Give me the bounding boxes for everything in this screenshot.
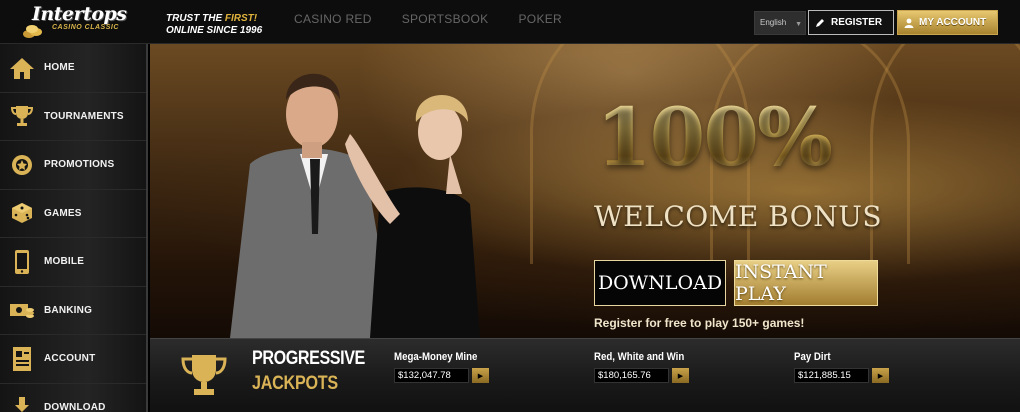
sidebar-item-label: DOWNLOAD <box>44 401 106 412</box>
couple-photo <box>230 73 480 338</box>
tagline-highlight: FIRST! <box>224 13 258 24</box>
sidebar-item-download[interactable]: DOWNLOAD <box>0 383 146 412</box>
my-account-button[interactable]: MY ACCOUNT <box>897 10 998 35</box>
background-arch <box>870 44 1020 264</box>
caret-down-icon: ▼ <box>795 21 802 28</box>
sidebar-item-games[interactable]: GAMES <box>0 189 146 238</box>
my-account-label: MY ACCOUNT <box>919 17 987 28</box>
logo-subtitle: CASINO CLASSIC <box>52 24 119 31</box>
user-icon <box>904 18 914 28</box>
language-value: English <box>760 18 787 27</box>
sidebar-item-account[interactable]: ACCOUNT <box>0 335 146 384</box>
sidebar-item-label: PROMOTIONS <box>44 159 115 171</box>
top-bar: Intertops CASINO CLASSIC TRUST THE FIRST… <box>0 0 1020 44</box>
phone-icon <box>8 248 36 276</box>
badge-icon <box>8 151 36 179</box>
download-button[interactable]: DOWNLOAD <box>594 260 726 306</box>
bonus-percentage: 100% <box>596 90 833 184</box>
jackpot-name: Red, White and Win <box>594 351 685 363</box>
home-icon <box>8 54 36 82</box>
sidebar: HOME TOURNAMENTS PROMOTIONS GAMES MOBILE… <box>0 44 148 412</box>
nav-sportsbook[interactable]: SPORTSBOOK <box>402 12 489 26</box>
progressive-jackpots: PROGRESSIVE JACKPOTS Mega-Money Mine $13… <box>150 338 1020 412</box>
tagline-line2: ONLINE SINCE 1996 <box>166 25 263 36</box>
welcome-bonus-text: WELCOME BONUS <box>594 200 883 233</box>
nav-poker[interactable]: POKER <box>519 12 563 26</box>
jackpot-name: Mega-Money Mine <box>394 351 478 363</box>
sidebar-item-label: ACCOUNT <box>44 353 96 365</box>
jackpots-title-line2: JACKPOTS <box>252 373 338 394</box>
sidebar-item-label: HOME <box>44 62 75 74</box>
register-label: REGISTER <box>831 17 883 28</box>
download-icon <box>8 393 36 412</box>
sidebar-item-label: GAMES <box>44 207 82 219</box>
pencil-icon <box>816 18 824 27</box>
document-icon <box>8 345 36 373</box>
sidebar-item-mobile[interactable]: MOBILE <box>0 238 146 287</box>
dice-icon <box>8 199 36 227</box>
hero-banner: 100% WELCOME BONUS DOWNLOAD INSTANT PLAY… <box>150 44 1020 338</box>
jackpot-value: $132,047.78 <box>394 368 469 383</box>
jackpot-item[interactable]: Red, White and Win $180,165.76 ▶ <box>594 351 704 383</box>
trophy-icon <box>8 102 36 130</box>
sidebar-item-banking[interactable]: BANKING <box>0 286 146 335</box>
sidebar-item-promotions[interactable]: PROMOTIONS <box>0 141 146 190</box>
register-note: Register for free to play 150+ games! <box>594 316 805 330</box>
play-arrow-icon[interactable]: ▶ <box>872 368 889 383</box>
trophy-icon <box>181 355 227 395</box>
logo-text: Intertops <box>32 3 127 25</box>
jackpot-value: $180,165.76 <box>594 368 669 383</box>
intertops-logo[interactable]: Intertops CASINO CLASSIC <box>22 3 142 41</box>
sidebar-item-label: BANKING <box>44 304 93 316</box>
tagline: TRUST THE FIRST! ONLINE SINCE 1996 <box>166 13 263 36</box>
nav-casino-red[interactable]: CASINO RED <box>294 12 372 26</box>
coin-stack-icon <box>23 25 42 38</box>
register-button[interactable]: REGISTER <box>808 10 894 35</box>
jackpot-item[interactable]: Mega-Money Mine $132,047.78 ▶ <box>394 351 504 383</box>
top-nav: CASINO RED SPORTSBOOK POKER <box>294 12 592 26</box>
jackpot-value: $121,885.15 <box>794 368 869 383</box>
play-arrow-icon[interactable]: ▶ <box>672 368 689 383</box>
instant-play-button[interactable]: INSTANT PLAY <box>734 260 878 306</box>
sidebar-item-tournaments[interactable]: TOURNAMENTS <box>0 92 146 141</box>
jackpot-name: Pay Dirt <box>794 351 831 363</box>
jackpot-item[interactable]: Pay Dirt $121,885.15 ▶ <box>794 351 904 383</box>
play-arrow-icon[interactable]: ▶ <box>472 368 489 383</box>
sidebar-item-label: MOBILE <box>44 256 85 268</box>
sidebar-item-label: TOURNAMENTS <box>44 110 124 122</box>
money-icon <box>8 296 36 324</box>
jackpots-title-line1: PROGRESSIVE <box>252 348 365 369</box>
language-select[interactable]: English ▼ <box>754 11 806 35</box>
sidebar-item-home[interactable]: HOME <box>0 44 146 93</box>
